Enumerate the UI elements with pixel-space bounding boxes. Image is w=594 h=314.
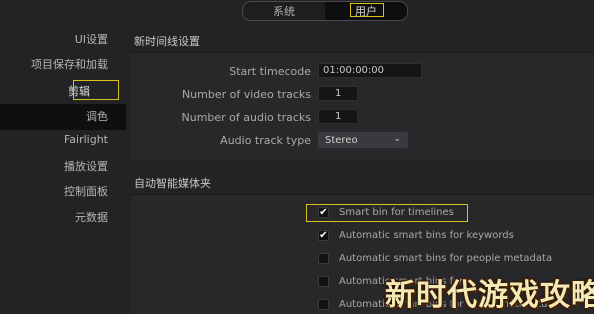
- sidebar-item-project-save-load[interactable]: 项目保存和加载: [31, 56, 108, 72]
- checkbox-row-keywords[interactable]: ✔ Automatic smart bins for keywords: [318, 227, 514, 243]
- audio-track-type-value: Stereo: [325, 134, 358, 146]
- video-tracks-label: Number of video tracks: [181, 88, 311, 101]
- section-title-smart-bins: 自动智能媒体夹: [134, 177, 211, 190]
- audio-tracks-input[interactable]: 1: [318, 109, 358, 124]
- checkbox-unchecked-icon[interactable]: [318, 252, 329, 264]
- start-timecode-input[interactable]: 01:00:00:00: [318, 63, 422, 78]
- sidebar-item-ui-settings[interactable]: UI设置: [75, 31, 108, 47]
- checkbox-row-people-metadata[interactable]: Automatic smart bins for people metadata: [318, 250, 552, 266]
- watermark-logo: 新时代游戏攻略: [385, 278, 594, 313]
- audio-track-type-label: Audio track type: [220, 134, 311, 147]
- preferences-tabs: 系统 用户: [242, 1, 408, 21]
- tab-user-label: 用户: [355, 5, 377, 18]
- sidebar-item-color[interactable]: 调色: [86, 108, 108, 124]
- tab-user[interactable]: 用户: [325, 2, 407, 20]
- sidebar-item-control-panels[interactable]: 控制面板: [64, 183, 108, 199]
- checkbox-row-smart-bin-timelines[interactable]: ✔ Smart bin for timelines: [318, 204, 454, 220]
- video-tracks-input[interactable]: 1: [318, 86, 358, 101]
- sidebar: UI设置 项目保存和加载 剪辑 调色 Fairlight 播放设置 控制面板 元…: [0, 27, 126, 313]
- checkbox-label: Automatic smart bins for keywords: [339, 229, 514, 241]
- audio-track-type-select[interactable]: Stereo ⌄: [318, 132, 408, 148]
- checkbox-checked-icon[interactable]: ✔: [318, 229, 329, 241]
- checkbox-label: Automatic smart bins for people metadata: [339, 252, 553, 264]
- tab-system-label: 系统: [273, 5, 295, 18]
- chevron-down-icon: ⌄: [393, 134, 401, 144]
- checkbox-label: Smart bin for timelines: [339, 206, 454, 218]
- sidebar-item-playback[interactable]: 播放设置: [64, 158, 108, 174]
- checkbox-unchecked-icon[interactable]: [318, 298, 329, 310]
- sidebar-item-metadata[interactable]: 元数据: [75, 209, 108, 225]
- sidebar-item-fairlight[interactable]: Fairlight: [64, 133, 108, 146]
- section-title-timeline: 新时间线设置: [134, 35, 200, 48]
- audio-tracks-label: Number of audio tracks: [181, 111, 312, 124]
- checkbox-checked-icon[interactable]: ✔: [318, 206, 329, 218]
- tab-system[interactable]: 系统: [243, 2, 325, 20]
- start-timecode-label: Start timecode: [229, 65, 311, 78]
- checkbox-unchecked-icon[interactable]: [318, 275, 329, 287]
- sidebar-highlight-box: [73, 80, 119, 100]
